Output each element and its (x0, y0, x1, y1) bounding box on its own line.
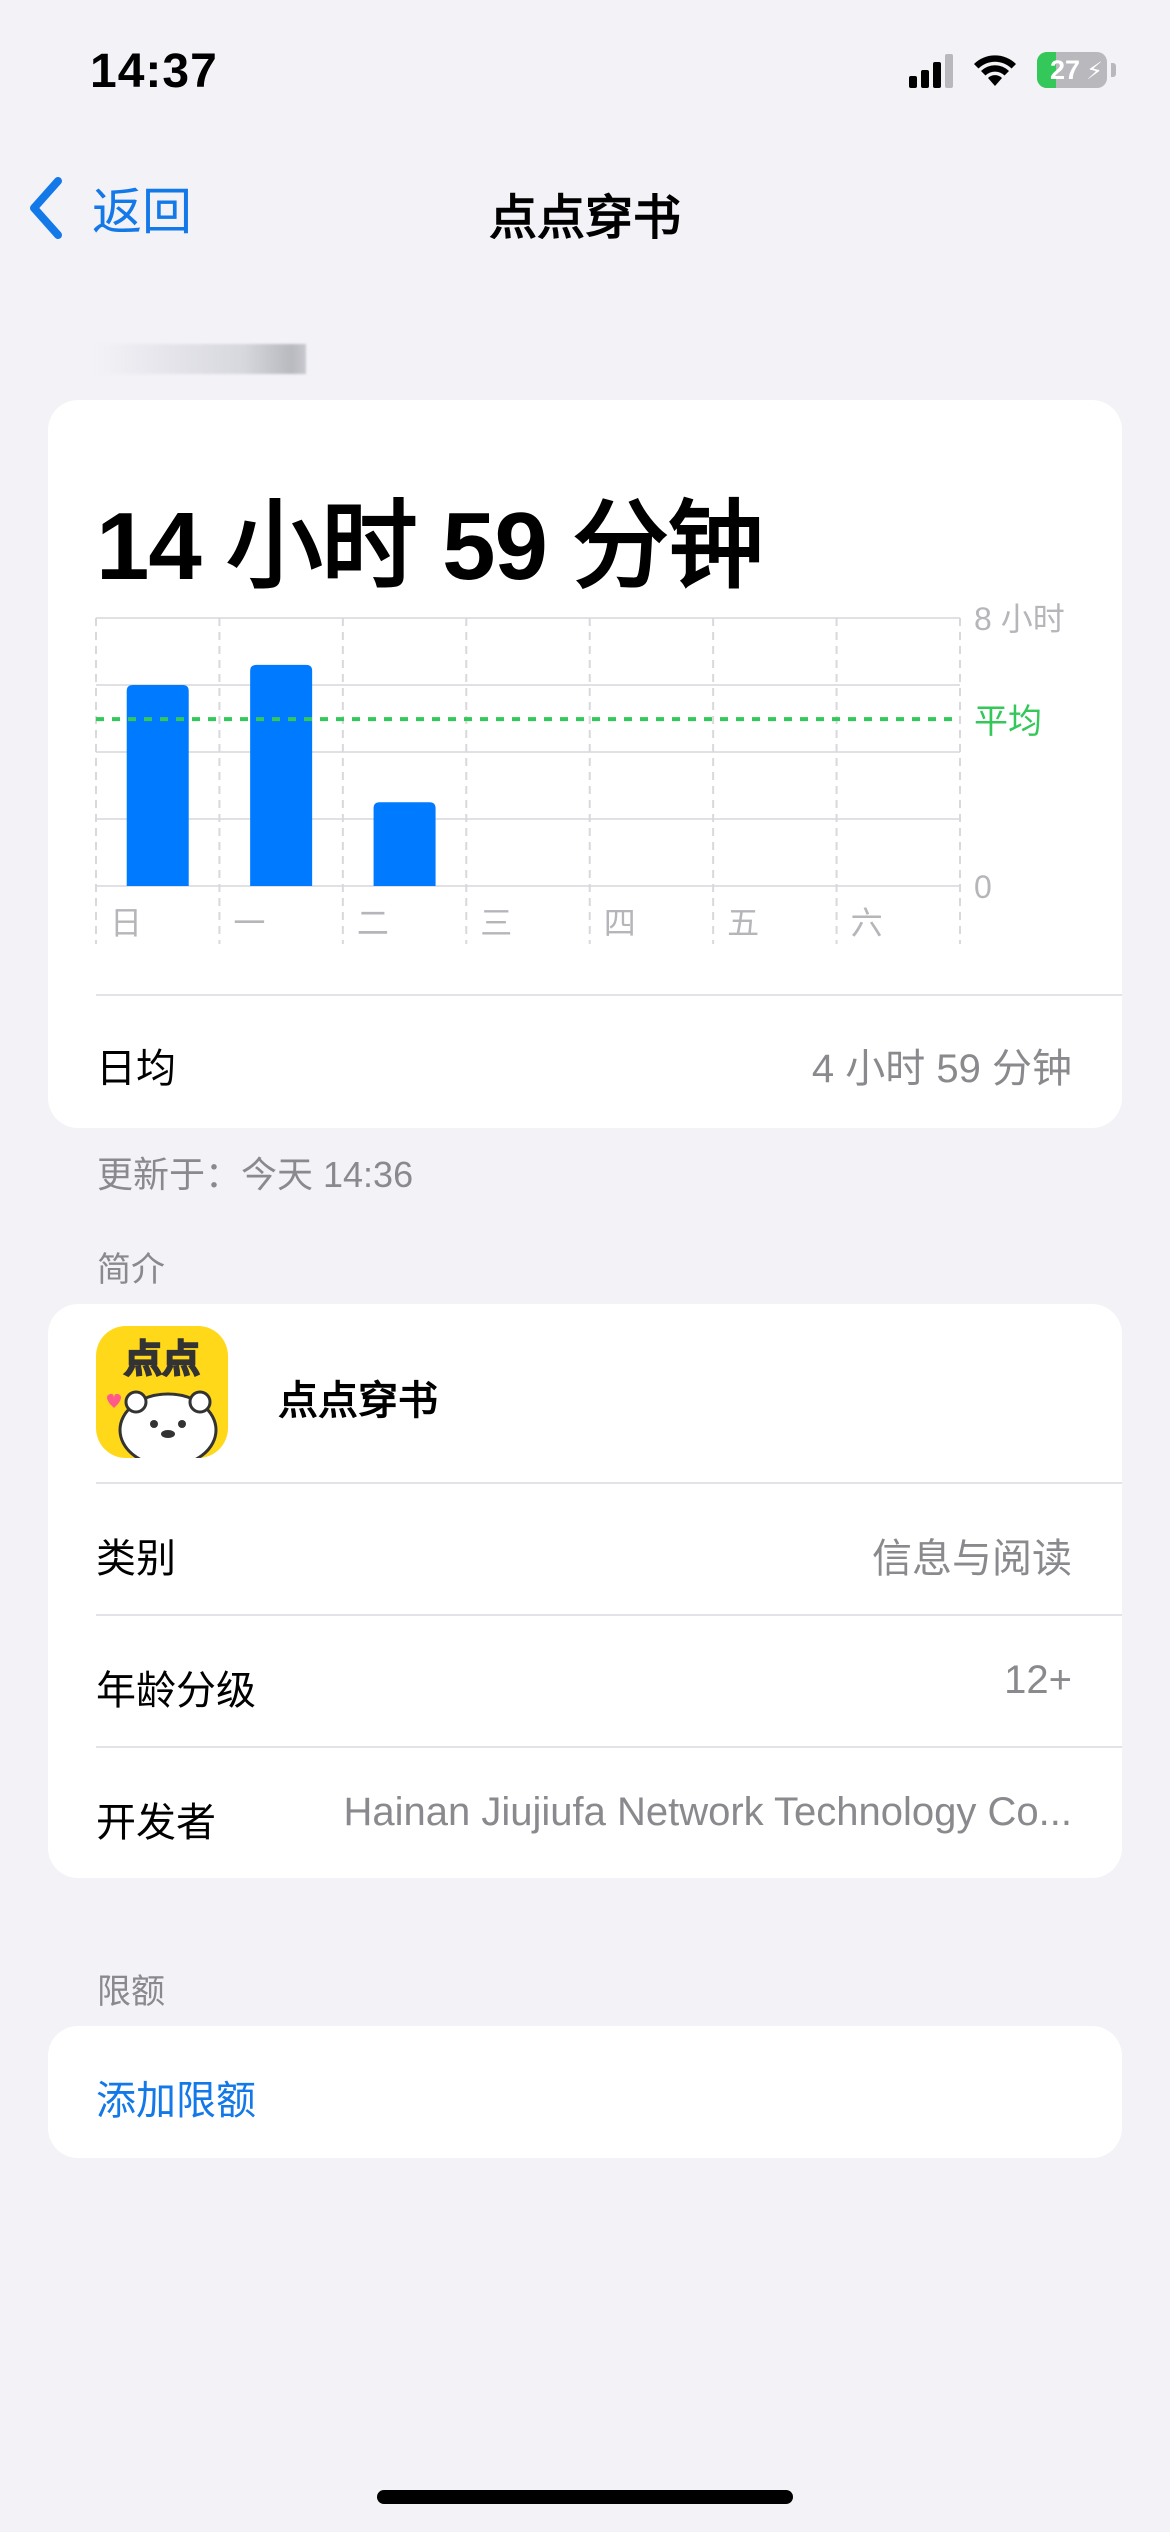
chart-average-label: 平均 (974, 703, 1042, 741)
add-limit-button[interactable]: 添加限额 (48, 2026, 1122, 2158)
status-time: 14:37 (90, 45, 218, 98)
developer-value: Hainan Jiujiufa Network Technology Co... (343, 1790, 1072, 1834)
chart-x-label-3: 三 (480, 905, 512, 941)
status-bar: 14:37 27 ⚡ (0, 0, 1170, 140)
app-name: 点点穿书 (278, 1379, 438, 1423)
info-section-header: 简介 (97, 1251, 165, 1289)
app-icon-text: 点点 (124, 1337, 200, 1381)
chart-x-label-5: 五 (727, 905, 759, 941)
age-rating-row: 年龄分级 12+ (96, 1614, 1122, 1748)
daily-average-value: 4 小时 59 分钟 (811, 1047, 1072, 1091)
chart-y-tick-max: 8 小时 (974, 601, 1065, 637)
app-row: 点点 点点穿书 (48, 1304, 1122, 1482)
chart-x-label-1: 一 (233, 905, 265, 941)
home-indicator[interactable] (377, 2490, 793, 2504)
category-label: 类别 (96, 1537, 176, 1581)
cellular-signal-icon (909, 52, 953, 88)
app-icon: 点点 (96, 1326, 228, 1458)
daily-average-row: 日均 4 小时 59 分钟 (96, 994, 1122, 1128)
limits-section-header: 限额 (97, 1973, 165, 2011)
chart-x-label-0: 日 (110, 905, 142, 941)
chart-bar-0 (126, 685, 189, 886)
weekly-usage-chart: 平均 8 小时 0 日 一 二 三 四 五 六 (95, 601, 1065, 944)
chart-x-label-2: 二 (357, 905, 389, 941)
age-rating-value: 12+ (1004, 1658, 1072, 1702)
app-info-card: 点点 点点穿书 类别 信息与阅读 年龄分级 12+ 开发者 Hainan Jiu… (48, 1304, 1122, 1878)
daily-average-label: 日均 (96, 1047, 176, 1091)
chart-x-label-4: 四 (604, 905, 636, 941)
page-title: 点点穿书 (488, 192, 681, 245)
add-limit-label: 添加限额 (96, 2079, 256, 2123)
battery-icon: 27 ⚡ (1037, 52, 1107, 88)
age-rating-label: 年龄分级 (96, 1669, 256, 1713)
blurred-date-range (96, 344, 306, 374)
chart-bar-1 (250, 664, 313, 886)
category-value: 信息与阅读 (872, 1537, 1072, 1581)
category-row: 类别 信息与阅读 (96, 1482, 1122, 1616)
battery-percentage: 27 (1049, 55, 1081, 85)
status-icons: 27 ⚡ (909, 52, 1116, 88)
developer-row: 开发者 Hainan Jiujiufa Network Technology C… (96, 1746, 1122, 1878)
updated-timestamp: 更新于：今天 14:36 (97, 1154, 414, 1195)
usage-card: 14 小时 59 分钟 平均 8 小时 0 日一二三四五六 日均 4 小时 59 分钟 (48, 400, 1122, 1128)
wifi-icon (974, 55, 1016, 86)
chart-bar-2 (373, 802, 436, 886)
chart-x-label-6: 六 (851, 905, 883, 941)
developer-label: 开发者 (96, 1801, 216, 1845)
chart-y-tick-zero: 0 (974, 869, 992, 905)
